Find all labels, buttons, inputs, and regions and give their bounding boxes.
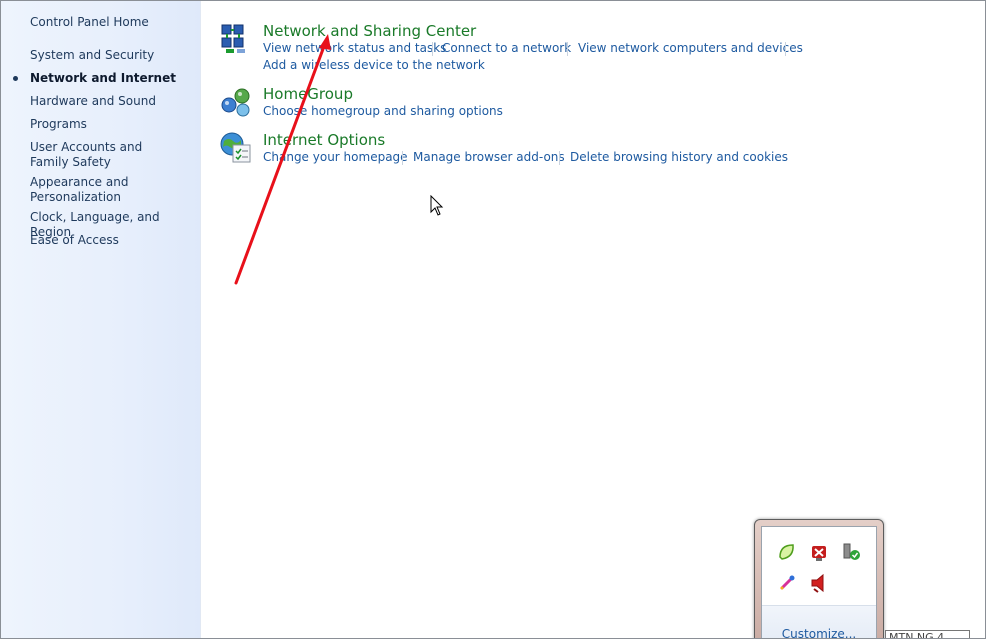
task-change-homepage[interactable]: Change your homepage: [263, 150, 408, 165]
homegroup-icon[interactable]: [219, 85, 253, 119]
pen-icon[interactable]: [776, 572, 798, 594]
sidebar: Control Panel Home System and Security N…: [1, 1, 201, 638]
usb-safe-remove-icon[interactable]: [840, 541, 862, 563]
tray-overflow-popup: Customize...: [754, 519, 884, 638]
sidebar-home-link[interactable]: Control Panel Home: [30, 15, 195, 30]
network-tooltip: MTN NG 4: [885, 630, 970, 638]
active-bullet: [13, 76, 18, 81]
separator: [559, 151, 560, 165]
homegroup-title[interactable]: HomeGroup: [263, 85, 353, 103]
sidebar-item-network-internet[interactable]: Network and Internet: [30, 71, 195, 86]
network-error-icon[interactable]: [808, 541, 830, 563]
leaf-icon[interactable]: [776, 541, 798, 563]
separator: [402, 151, 403, 165]
task-view-network-computers[interactable]: View network computers and devices: [578, 41, 803, 56]
separator: [432, 42, 433, 56]
sidebar-item-ease-of-access[interactable]: Ease of Access: [30, 233, 195, 248]
tray-overflow-panel: Customize...: [761, 526, 877, 638]
speaker-icon[interactable]: [808, 572, 830, 594]
network-icon[interactable]: [219, 22, 253, 56]
internet-options-icon[interactable]: [219, 131, 253, 165]
task-choose-homegroup[interactable]: Choose homegroup and sharing options: [263, 104, 503, 119]
separator: [567, 42, 568, 56]
internet-options-title[interactable]: Internet Options: [263, 131, 385, 149]
mouse-cursor-icon: [430, 195, 444, 216]
separator: [785, 42, 786, 56]
task-add-wireless-device[interactable]: Add a wireless device to the network: [263, 58, 485, 73]
task-connect-network[interactable]: Connect to a network: [442, 41, 571, 56]
customize-link[interactable]: Customize...: [762, 627, 876, 638]
sidebar-item-appearance[interactable]: Appearance and Personalization: [30, 175, 140, 205]
task-delete-history[interactable]: Delete browsing history and cookies: [570, 150, 788, 165]
sidebar-item-user-accounts[interactable]: User Accounts and Family Safety: [30, 140, 180, 170]
task-manage-addons[interactable]: Manage browser add-ons: [413, 150, 565, 165]
sidebar-item-hardware-sound[interactable]: Hardware and Sound: [30, 94, 195, 109]
task-view-network-status[interactable]: View network status and tasks: [263, 41, 446, 56]
control-panel-window: Control Panel Home System and Security N…: [0, 0, 986, 639]
sidebar-item-programs[interactable]: Programs: [30, 117, 195, 132]
network-sharing-center-title[interactable]: Network and Sharing Center: [263, 22, 476, 40]
sidebar-item-system-security[interactable]: System and Security: [30, 48, 195, 63]
